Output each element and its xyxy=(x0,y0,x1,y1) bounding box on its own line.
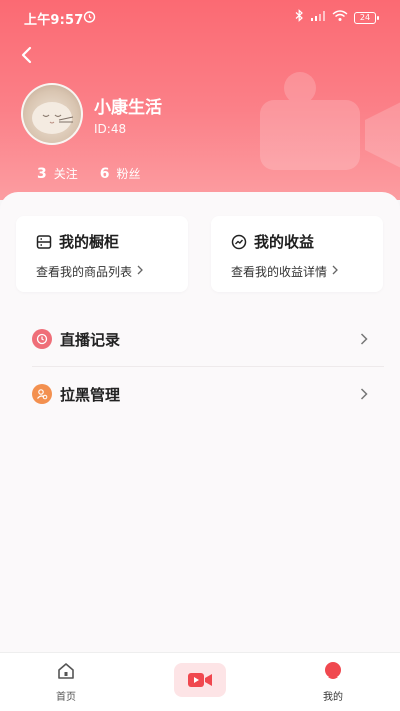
following-label: 关注 xyxy=(53,167,78,181)
earnings-subtitle: 查看我的收益详情 xyxy=(231,265,328,279)
my-earnings-card[interactable]: 我的收益 查看我的收益详情 xyxy=(211,216,383,292)
chevron-right-icon xyxy=(360,331,368,350)
followers-count: 6 xyxy=(99,166,110,182)
cabinet-title: 我的橱柜 xyxy=(59,233,120,251)
signal-icon xyxy=(310,10,326,26)
user-name: 小康生活 xyxy=(94,98,162,118)
nav-home[interactable]: 首页 xyxy=(36,661,96,703)
nav-mine-label: 我的 xyxy=(323,692,343,703)
wifi-icon xyxy=(332,9,348,26)
chevron-left-icon xyxy=(21,46,32,64)
followers-label: 粉丝 xyxy=(116,167,141,181)
clock-icon xyxy=(32,329,52,349)
back-button[interactable] xyxy=(14,42,40,68)
cabinet-icon xyxy=(36,234,52,249)
nav-home-label: 首页 xyxy=(56,692,76,703)
chevron-right-icon xyxy=(136,265,144,278)
avatar-bun-image xyxy=(32,102,74,134)
avatar[interactable] xyxy=(21,83,83,145)
start-live-button[interactable] xyxy=(174,663,226,697)
earnings-title: 我的收益 xyxy=(254,233,315,251)
blacklist-item[interactable]: 拉黑管理 xyxy=(16,367,384,421)
menu-list: 直播记录 拉黑管理 xyxy=(16,312,384,421)
video-camera-icon xyxy=(188,673,212,687)
trend-icon xyxy=(231,234,247,249)
followers-stat[interactable]: 6 粉丝 xyxy=(100,165,141,182)
bottom-nav: 首页 我的 xyxy=(0,652,400,711)
chevron-right-icon xyxy=(360,386,368,405)
following-count: 3 xyxy=(37,166,47,182)
profile-active-icon xyxy=(325,662,341,679)
following-stat[interactable]: 3 关注 xyxy=(37,165,78,182)
bluetooth-icon xyxy=(295,9,304,26)
user-id: ID:48 xyxy=(94,122,127,136)
cabinet-subtitle: 查看我的商品列表 xyxy=(36,265,133,279)
follow-stats: 3 关注 6 粉丝 xyxy=(37,165,141,182)
status-time: 上午9:57 xyxy=(24,13,84,28)
status-bar: 上午9:57 24 xyxy=(0,0,400,34)
home-icon xyxy=(58,663,74,679)
chevron-right-icon xyxy=(331,265,339,278)
profile-header: 上午9:57 24 小康生活 ID:48 3 关注 6 粉丝 xyxy=(0,0,400,200)
video-camera-watermark xyxy=(260,72,400,170)
nav-mine[interactable]: 我的 xyxy=(303,661,363,703)
user-block-icon xyxy=(32,384,52,404)
blacklist-label: 拉黑管理 xyxy=(60,385,121,404)
battery-icon: 24 xyxy=(354,11,379,24)
live-records-item[interactable]: 直播记录 xyxy=(16,312,384,366)
live-records-label: 直播记录 xyxy=(60,330,121,349)
my-cabinet-card[interactable]: 我的橱柜 查看我的商品列表 xyxy=(16,216,188,292)
alarm-icon xyxy=(83,10,96,27)
